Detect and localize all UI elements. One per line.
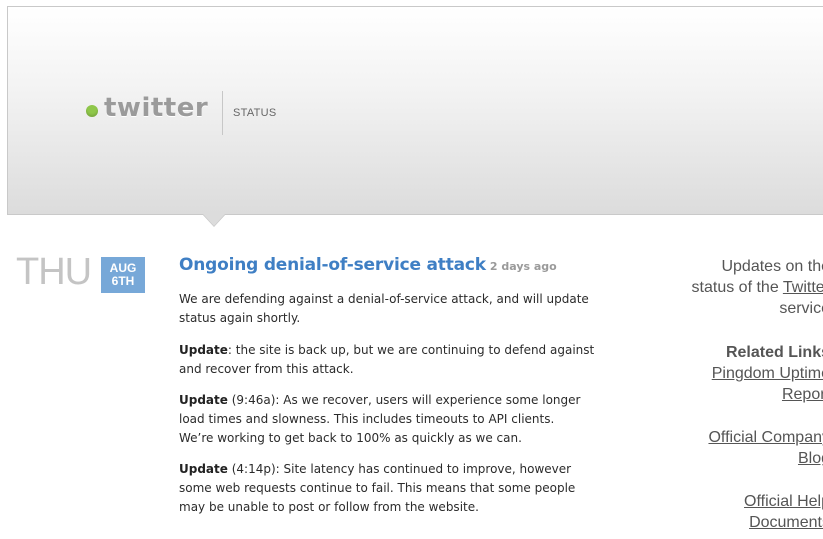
company-blog-link[interactable]: Official Company Blog [708, 429, 823, 467]
link-line[interactable]: Documents [749, 514, 823, 531]
twitter-link[interactable]: Twitter [783, 279, 823, 296]
sidebar-intro-line: Updates on the [721, 258, 823, 275]
related-link-item: Official Company Blog [660, 427, 823, 469]
update-timestamp: (4:14p) [227, 462, 276, 476]
status-post: Ongoing denial-of-service attack 2 days a… [179, 255, 629, 514]
para-line: and recover from this attack. [179, 362, 354, 376]
para-line: : the site is back up, but we are contin… [227, 343, 595, 357]
link-line[interactable]: Report [782, 386, 823, 403]
link-line[interactable]: Blog [798, 450, 823, 467]
post-paragraph: Update (9:46a): As we recover, users wil… [179, 391, 629, 448]
post-title-link[interactable]: Ongoing denial-of-service attack [179, 255, 486, 275]
update-label: Update [179, 393, 228, 407]
related-link-item: Pingdom Uptime Report [660, 363, 823, 405]
sidebar-intro-line: service [779, 300, 823, 317]
related-heading: Related Links [660, 342, 823, 363]
para-line: : As we recover, users will experience s… [275, 393, 581, 407]
sidebar-intro-prefix: status of the [691, 279, 783, 296]
post-paragraph: Update (4:14p): Site latency has continu… [179, 460, 629, 517]
update-label: Update [179, 462, 228, 476]
para-line: We are defending against a denial-of-ser… [179, 292, 589, 306]
logo-divider [222, 91, 223, 135]
related-links-heading: Related Links [725, 344, 823, 361]
pingdom-link[interactable]: Pingdom Uptime Report [712, 365, 823, 403]
link-line[interactable]: Official Help [744, 493, 823, 510]
para-line: : Site latency has continued to improve,… [275, 462, 572, 476]
logo-dot-icon [86, 105, 98, 117]
post-title-row: Ongoing denial-of-service attack 2 days a… [179, 255, 629, 275]
related-link-item: Official Help Documents [660, 491, 823, 533]
header-pointer-icon [203, 214, 225, 226]
update-label: Update [179, 343, 228, 357]
sidebar-intro: Updates on the status of the Twitter ser… [660, 256, 823, 319]
section-label: STATUS [233, 107, 277, 119]
link-line[interactable]: Pingdom Uptime [712, 365, 823, 382]
sidebar: Updates on the status of the Twitter ser… [660, 256, 823, 533]
link-line[interactable]: Official Company [708, 429, 823, 446]
para-line: status again shortly. [179, 311, 301, 325]
post-paragraph: We are defending against a denial-of-ser… [179, 290, 629, 328]
header-banner: twitter STATUS [7, 6, 823, 215]
para-line: We’re working to get back to 100% as qui… [179, 431, 522, 445]
post-paragraph: Update: the site is back up, but we are … [179, 341, 629, 379]
post-timestamp: 2 days ago [489, 260, 557, 273]
para-line: may be unable to post or follow from the… [179, 500, 479, 514]
para-line: load times and slowness. This includes t… [179, 412, 555, 426]
para-line: some web requests continue to fail. This… [179, 481, 576, 495]
help-documents-link[interactable]: Official Help Documents [744, 493, 823, 531]
date-badge: AUG 6TH [101, 257, 145, 293]
twitter-logo[interactable]: twitter [104, 93, 208, 123]
date-badge-day: 6TH [111, 274, 135, 288]
update-timestamp: (9:46a) [227, 393, 276, 407]
post-day: THU [16, 251, 92, 293]
